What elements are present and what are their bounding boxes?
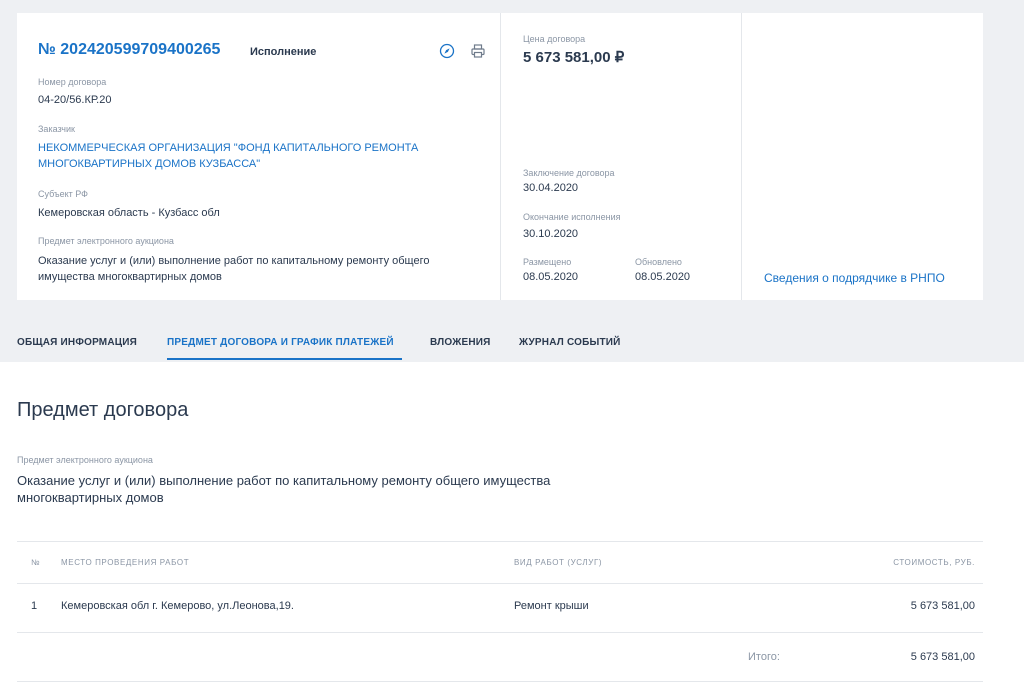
table-divider xyxy=(17,583,983,584)
posted-date-value: 08.05.2020 xyxy=(523,271,579,283)
total-value: 5 673 581,00 xyxy=(910,651,975,663)
section-subject-label: Предмет электронного аукциона xyxy=(17,455,153,465)
row-place: Кемеровская обл г. Кемерово, ул.Леонова,… xyxy=(61,600,294,612)
region-label: Субъект РФ xyxy=(38,189,88,199)
tab-general-info[interactable]: ОБЩАЯ ИНФОРМАЦИЯ xyxy=(17,337,137,348)
column-header-place: МЕСТО ПРОВЕДЕНИЯ РАБОТ xyxy=(61,558,190,567)
contract-side-links: Сведения о подрядчике в РНПО xyxy=(742,13,983,300)
compass-icon[interactable] xyxy=(439,43,455,59)
table-divider xyxy=(17,632,983,633)
price-label: Цена договора xyxy=(523,34,586,44)
status-badge: Исполнение xyxy=(250,46,317,58)
end-date-label: Окончание исполнения xyxy=(523,212,621,222)
total-label: Итого: xyxy=(748,651,780,663)
auction-subject-label: Предмет электронного аукциона xyxy=(38,236,174,246)
tab-contract-subject-payments[interactable]: ПРЕДМЕТ ДОГОВОРА И ГРАФИК ПЛАТЕЖЕЙ xyxy=(167,337,394,348)
tab-event-log[interactable]: ЖУРНАЛ СОБЫТИЙ xyxy=(519,337,621,348)
row-no: 1 xyxy=(31,600,38,612)
section-title: Предмет договора xyxy=(17,399,189,421)
auction-subject-value: Оказание услуг и (или) выполнение работ … xyxy=(38,255,430,283)
row-cost: 5 673 581,00 xyxy=(910,600,975,612)
section-subject-value: Оказание услуг и (или) выполнение работ … xyxy=(17,473,551,505)
tab-bar: ОБЩАЯ ИНФОРМАЦИЯ ПРЕДМЕТ ДОГОВОРА И ГРАФ… xyxy=(0,322,1024,362)
contract-number-value: 04-20/56.КР.20 xyxy=(38,94,112,106)
contract-main-info: № 202420599709400265 Исполнение Номер до… xyxy=(17,13,501,300)
table-divider xyxy=(17,681,983,682)
column-header-no: № xyxy=(31,558,41,567)
contract-number-label: Номер договора xyxy=(38,77,107,87)
customer-label: Заказчик xyxy=(38,124,75,134)
active-tab-indicator xyxy=(167,358,402,360)
price-value: 5 673 581,00 ₽ xyxy=(523,49,625,66)
region-value: Кемеровская область - Кузбасс обл xyxy=(38,207,220,219)
rnpo-contractor-link[interactable]: Сведения о подрядчике в РНПО xyxy=(764,271,945,285)
tab-attachments[interactable]: ВЛОЖЕНИЯ xyxy=(430,337,491,348)
updated-date-label: Обновлено xyxy=(635,257,682,267)
column-header-kind: ВИД РАБОТ (УСЛУГ) xyxy=(514,558,603,567)
row-kind: Ремонт крыши xyxy=(514,600,589,612)
updated-date-value: 08.05.2020 xyxy=(635,271,691,283)
conclusion-date-label: Заключение договора xyxy=(523,168,615,178)
printer-icon[interactable] xyxy=(470,43,486,59)
end-date-value: 30.10.2020 xyxy=(523,228,579,240)
posted-date-label: Размещено xyxy=(523,257,572,267)
table-divider xyxy=(17,541,983,542)
contract-price-dates: Цена договора 5 673 581,00 ₽ Заключение … xyxy=(501,13,742,300)
contract-card: № 202420599709400265 Исполнение Номер до… xyxy=(17,13,983,300)
header-area: № 202420599709400265 Исполнение Номер до… xyxy=(0,0,1024,362)
contract-registry-number[interactable]: № 202420599709400265 xyxy=(38,41,220,59)
conclusion-date-value: 30.04.2020 xyxy=(523,182,579,194)
column-header-cost: СТОИМОСТЬ, РУБ. xyxy=(893,558,975,567)
customer-link[interactable]: НЕКОММЕРЧЕСКАЯ ОРГАНИЗАЦИЯ "ФОНД КАПИТАЛ… xyxy=(38,140,438,172)
